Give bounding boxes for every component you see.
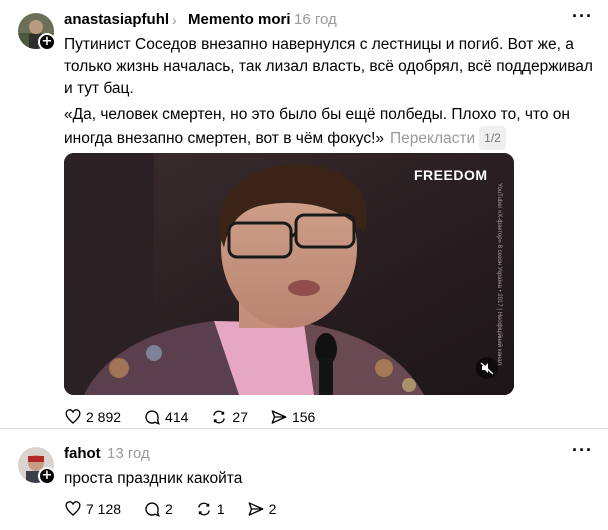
username[interactable]: anastasiapfuhl bbox=[64, 11, 169, 28]
share-button[interactable]: 2 bbox=[247, 500, 277, 518]
post-paragraph-1: Путинист Соседов внезапно навернулся с л… bbox=[64, 36, 593, 97]
repost-icon bbox=[197, 502, 210, 516]
comment-icon bbox=[145, 502, 160, 517]
heart-icon bbox=[65, 501, 81, 516]
comment-count: 2 bbox=[165, 501, 173, 517]
reply-username[interactable]: fahot bbox=[64, 445, 101, 462]
share-button[interactable]: 156 bbox=[270, 408, 315, 426]
post-actions: 2 892 414 27 156 bbox=[64, 408, 337, 426]
repost-button[interactable]: 27 bbox=[210, 408, 248, 426]
video-frame bbox=[64, 153, 514, 395]
share-icon bbox=[271, 410, 287, 424]
heart-icon bbox=[65, 409, 81, 424]
comment-count: 414 bbox=[165, 409, 189, 425]
comment-icon bbox=[145, 410, 160, 425]
repost-icon bbox=[213, 410, 226, 424]
repost-count: 27 bbox=[232, 409, 248, 425]
page-indicator: 1/2 bbox=[479, 126, 506, 150]
chevron-right-icon: › bbox=[172, 12, 177, 28]
like-count: 7 128 bbox=[86, 501, 122, 517]
reply-timestamp: 13 год bbox=[107, 445, 150, 462]
reply-text: проста праздник какойта bbox=[64, 470, 243, 487]
repost-count: 1 bbox=[216, 501, 225, 517]
follow-plus-icon[interactable]: + bbox=[38, 467, 56, 485]
like-button[interactable]: 7 128 bbox=[64, 500, 121, 518]
video-player[interactable]: FREEDOM YouTube/ «X-фактор» 8 сезон Укра… bbox=[64, 153, 514, 395]
more-icon[interactable]: ··· bbox=[572, 6, 593, 27]
translate-link[interactable]: Перекласти bbox=[390, 130, 475, 147]
repost-button[interactable]: 1 bbox=[195, 500, 225, 518]
follow-plus-icon[interactable]: + bbox=[38, 33, 56, 51]
mute-icon[interactable] bbox=[476, 357, 498, 379]
comment-button[interactable]: 2 bbox=[143, 500, 173, 518]
video-side-caption: YouTube/ «X-фактор» 8 сезон Україна • 20… bbox=[496, 183, 502, 365]
community-name[interactable]: Memento mori bbox=[188, 11, 291, 28]
like-count: 2 892 bbox=[86, 409, 122, 425]
timestamp: 16 год bbox=[294, 11, 337, 28]
share-count: 156 bbox=[291, 409, 316, 425]
like-button[interactable]: 2 892 bbox=[64, 408, 121, 426]
share-icon bbox=[248, 502, 264, 516]
video-watermark: FREEDOM bbox=[414, 167, 488, 183]
divider bbox=[0, 428, 608, 429]
post-paragraph-2: «Да, человек смертен, но это было бы ещё… bbox=[64, 104, 594, 150]
comment-button[interactable]: 414 bbox=[143, 408, 188, 426]
reply-actions: 7 128 2 1 2 bbox=[64, 500, 298, 518]
more-icon[interactable]: ··· bbox=[572, 440, 593, 461]
share-count: 2 bbox=[268, 501, 277, 517]
